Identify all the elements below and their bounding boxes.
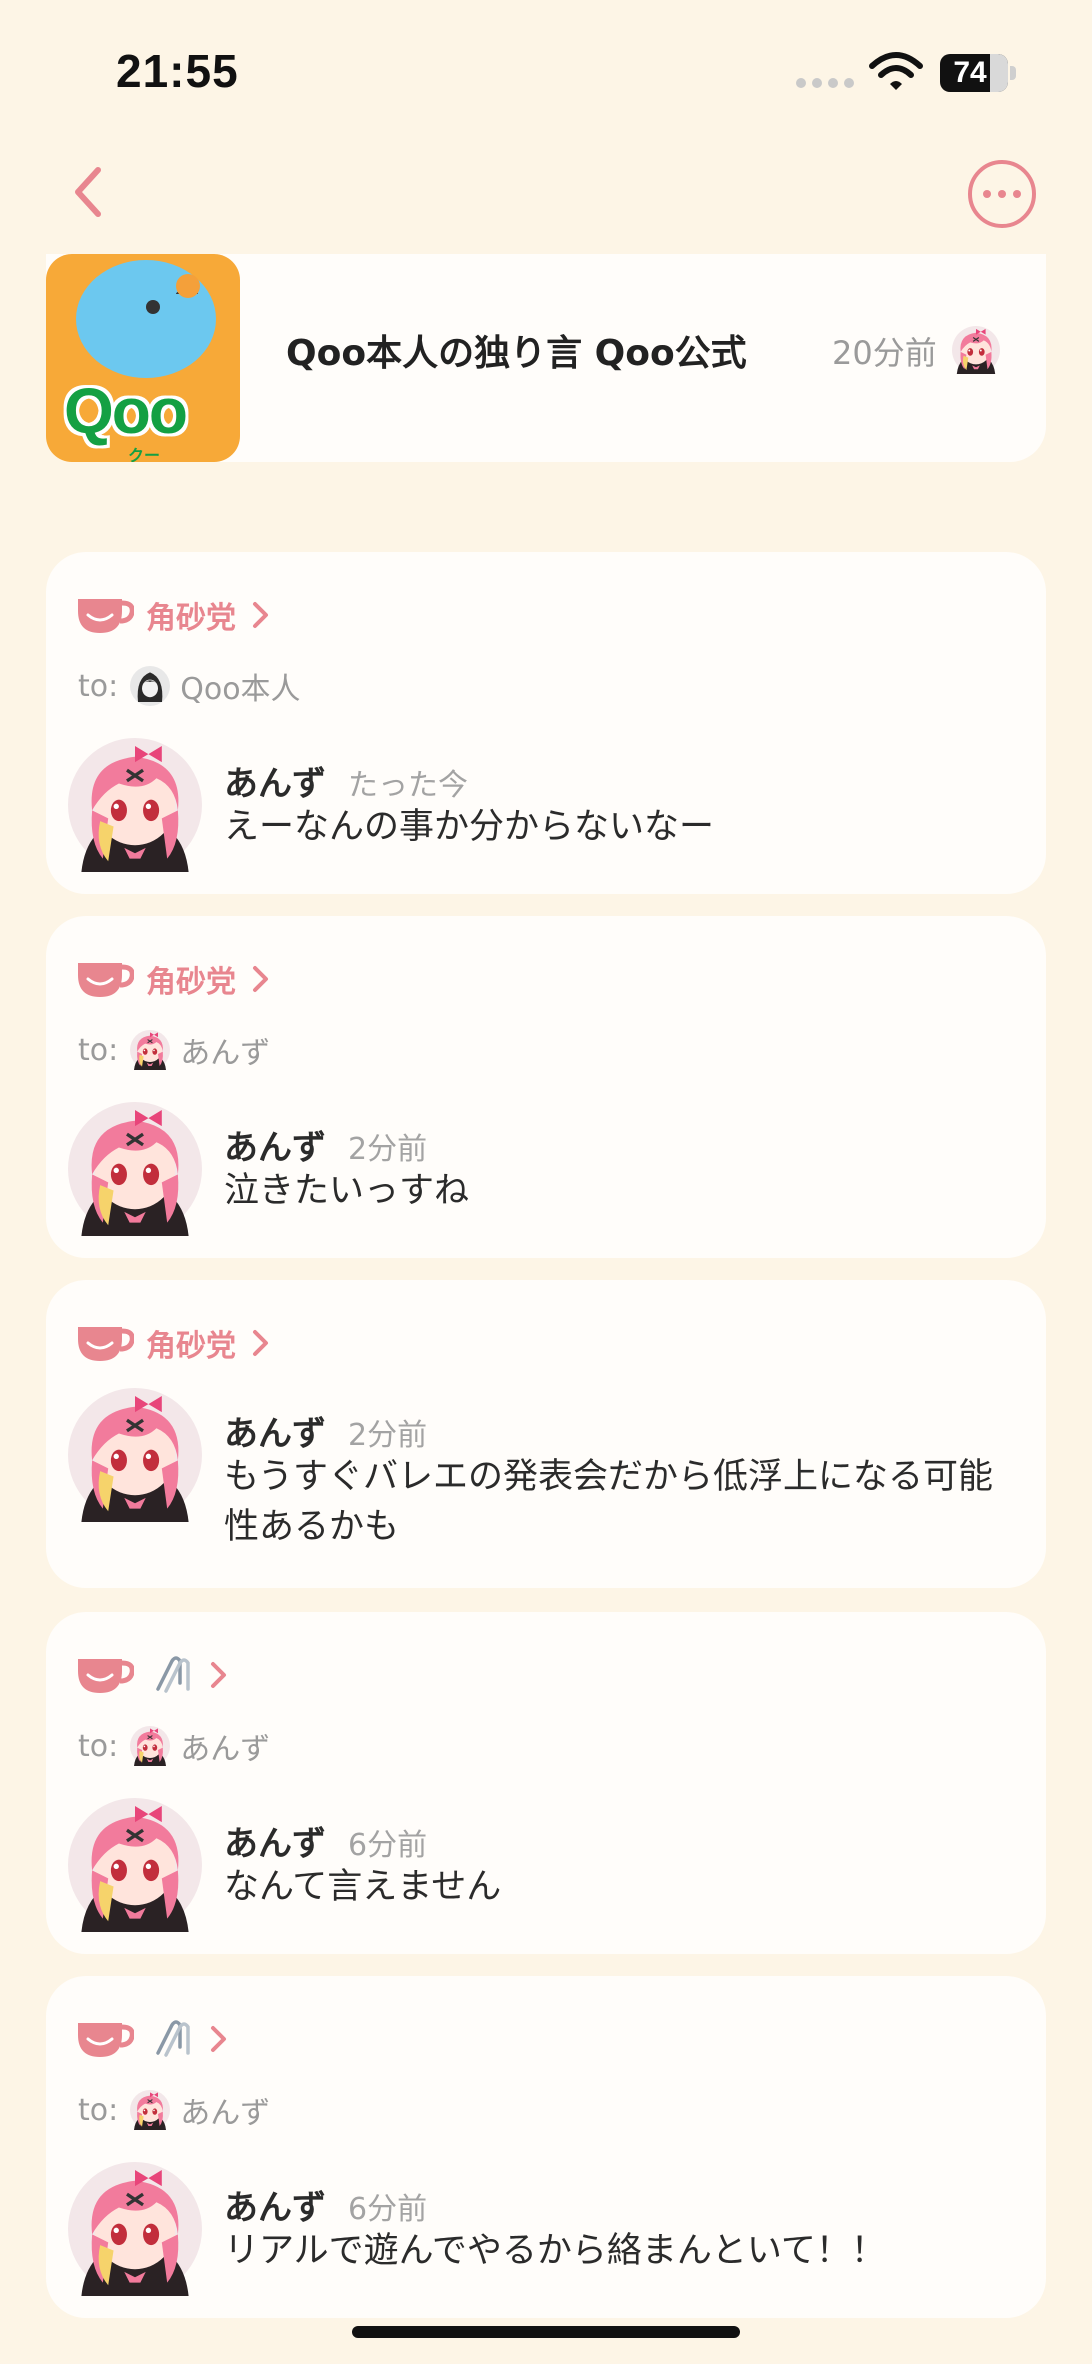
post-text: もうすぐバレエの発表会だから低浮上になる可能性あるかも [224,1457,993,1547]
dot-icon [983,190,991,198]
to-label: to: [78,668,119,704]
reply-target[interactable]: to: あんず [78,2088,270,2132]
post-author: あんず 2分前 [224,1120,427,1169]
post-time: 6分前 [348,1828,428,1863]
qoo-logo: Qoo クー [46,254,240,462]
post-author: あんず 6分前 [224,1816,427,1865]
group-link[interactable]: 角砂党 [76,954,272,1004]
cup-icon [76,2017,134,2061]
author-name: あんず [224,1414,326,1454]
reply-target-name: あんず [180,1036,271,1071]
thread-time: 20分前 [832,334,937,372]
post-text: えーなんの事か分からないなー [224,807,715,847]
reply-target-name: あんず [180,2096,271,2131]
cup-icon [76,1653,134,1697]
thread-header[interactable]: Qoo クー Qoo本人の独り言 Qoo公式 20分前 [46,254,1046,462]
post-card[interactable]: 角砂党 to: あんず あんず 2分前 泣きたいっすね [46,916,1046,1258]
wifi-icon [869,52,923,90]
avatar [130,666,170,706]
cellular-signal-icon [796,78,854,88]
post-time: たった今 [348,768,468,803]
post-author: あんず たった今 [224,756,468,805]
avatar[interactable] [68,1798,202,1932]
avatar[interactable] [68,2162,202,2296]
paperclip-icon [150,1653,194,1697]
avatar[interactable] [68,738,202,872]
post-card[interactable]: 角砂党 to: Qoo本人 あんず たった今 えーなんの事か分からないなー [46,552,1046,894]
avatar[interactable] [952,326,1000,374]
avatar [130,1030,170,1070]
group-link[interactable]: 角砂党 [76,1318,272,1368]
chevron-right-icon [208,1660,230,1690]
to-label: to: [78,1032,119,1068]
reply-target[interactable]: to: あんず [78,1724,270,1768]
logo-text: Qoo [64,375,188,447]
status-bar: 21:55 74 [0,0,1092,140]
avatar [130,1726,170,1766]
group-link[interactable] [76,1650,230,1700]
post-time: 6分前 [348,2192,428,2227]
chevron-right-icon [250,600,272,630]
cup-icon [76,593,134,637]
chevron-right-icon [250,964,272,994]
battery-icon: 74 [940,54,1016,92]
back-button[interactable] [64,160,112,224]
logo-subtext: クー [128,446,161,462]
group-link[interactable]: 角砂党 [76,590,272,640]
avatar[interactable] [68,1102,202,1236]
group-name: 角砂党 [146,965,236,1000]
cup-icon [76,1321,134,1365]
chevron-right-icon [250,1328,272,1358]
author-name: あんず [224,1128,326,1168]
post-text: 泣きたいっすね [224,1171,470,1211]
author-name: あんず [224,1824,326,1864]
battery-level: 74 [953,56,987,89]
group-name: 角砂党 [146,601,236,636]
screen: 21:55 74 Qoo クー Qoo本人の独り言 Qoo公式 20分前 角砂党… [0,0,1092,2364]
group-link[interactable] [76,2014,230,2064]
reply-target-name: あんず [180,1732,271,1767]
dot-icon [998,190,1006,198]
author-name: あんず [224,764,326,804]
to-label: to: [78,1728,119,1764]
reply-target[interactable]: to: あんず [78,1028,270,1072]
post-card[interactable]: to: あんず あんず 6分前 リアルで遊んでやるから絡まんといて！！ [46,1976,1046,2318]
avatar[interactable] [68,1388,202,1522]
post-text: リアルで遊んでやるから絡まんといて！！ [224,2231,886,2271]
reply-target[interactable]: to: Qoo本人 [78,664,301,708]
author-name: あんず [224,2188,326,2228]
cup-icon [76,957,134,1001]
chevron-right-icon [208,2024,230,2054]
paperclip-icon [150,2017,194,2061]
avatar [130,2090,170,2130]
group-name: 角砂党 [146,1329,236,1364]
to-label: to: [78,2092,119,2128]
home-indicator[interactable] [352,2326,740,2338]
thread-title: Qoo本人の独り言 Qoo公式 [286,333,747,374]
post-author: あんず 2分前 [224,1406,427,1455]
status-time: 21:55 [116,45,239,97]
post-text: なんて言えません [224,1867,502,1907]
dot-icon [1013,190,1021,198]
reply-target-name: Qoo本人 [180,672,301,707]
post-author: あんず 6分前 [224,2180,427,2229]
post-time: 2分前 [348,1418,428,1453]
post-card[interactable]: 角砂党 あんず 2分前 もうすぐバレエの発表会だから低浮上になる可能性あるかも [46,1280,1046,1588]
post-time: 2分前 [348,1132,428,1167]
post-card[interactable]: to: あんず あんず 6分前 なんて言えません [46,1612,1046,1954]
more-options-button[interactable] [968,160,1036,228]
